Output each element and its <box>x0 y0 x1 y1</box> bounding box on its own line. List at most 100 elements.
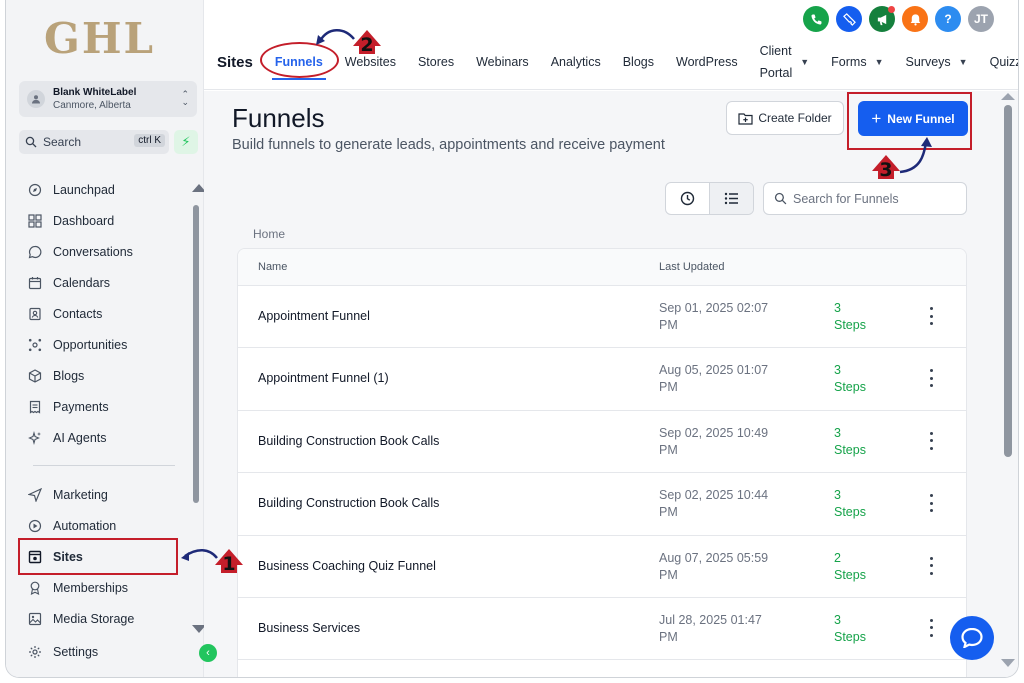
tab-analytics[interactable]: Analytics <box>551 42 601 82</box>
more-options-icon[interactable] <box>924 307 938 325</box>
table-row[interactable]: Building Construction Book Calls Sep 02, … <box>238 473 966 536</box>
more-options-icon[interactable] <box>924 369 938 388</box>
funnel-name[interactable]: Appointment Funnel (1) <box>258 371 389 385</box>
sidebar-search[interactable]: Search ctrl K <box>19 130 169 154</box>
annotation-highlight-sites <box>18 538 178 575</box>
step-count-number: 3 <box>834 363 841 378</box>
column-header-name[interactable]: Name <box>258 261 287 273</box>
sidebar-item-calendars[interactable]: Calendars <box>19 267 189 298</box>
sidebar-item-label: Blogs <box>53 368 85 383</box>
more-options-icon[interactable] <box>924 618 938 637</box>
tab-blogs[interactable]: Blogs <box>623 42 654 82</box>
sidebar-item-label: Payments <box>53 399 109 414</box>
sidebar-item-contacts[interactable]: Contacts <box>19 298 189 329</box>
sidebar-item-ai-agents[interactable]: AI Agents <box>19 422 189 453</box>
sidebar-item-dashboard[interactable]: Dashboard <box>19 205 189 236</box>
badge-icon <box>27 580 43 596</box>
sidebar-item-label: Settings <box>53 644 99 659</box>
more-options-icon[interactable] <box>924 431 938 450</box>
phone-icon[interactable] <box>803 6 829 32</box>
funnel-name[interactable]: Building Construction Book Calls <box>258 496 439 510</box>
sidebar-item-conversations[interactable]: Conversations <box>19 236 189 267</box>
more-options-icon[interactable] <box>924 556 938 575</box>
funnel-name[interactable]: Appointment Funnel <box>258 309 370 323</box>
step-count-number: 3 <box>834 301 841 315</box>
tab-stores[interactable]: Stores <box>418 42 454 82</box>
send-icon <box>27 487 43 503</box>
table-body: Appointment Funnel Sep 01, 2025 02:07 PM 3 S… <box>238 286 966 661</box>
sidebar-item-label: AI Agents <box>53 430 107 445</box>
sidebar-item-launchpad[interactable]: Launchpad <box>19 174 189 205</box>
tab-webinars[interactable]: Webinars <box>476 42 529 82</box>
sidebar-scrollbar[interactable] <box>193 205 199 503</box>
annotation-step-number: 3 <box>879 159 893 181</box>
table-row[interactable]: Building Construction Book Calls Sep 02, … <box>238 411 966 474</box>
brand-logo[interactable]: GHL <box>44 14 155 63</box>
table-row[interactable]: Business Services Jul 28, 2025 01:47 PM 3 St… <box>238 598 966 661</box>
step-count-label: Steps <box>834 567 866 582</box>
sidebar-item-media-storage[interactable]: Media Storage <box>19 603 189 634</box>
list-icon <box>724 192 738 205</box>
quick-action-bolt-icon[interactable]: ⚡ <box>174 130 198 154</box>
recent-view-button[interactable] <box>666 183 709 214</box>
sidebar-nav-primary: Launchpad Dashboard Conversations Calend… <box>19 174 189 453</box>
tab-label: Stores <box>417 55 455 69</box>
sidebar-item-settings[interactable]: Settings <box>19 636 189 667</box>
funnel-search-input[interactable]: Search for Funnels <box>763 182 967 215</box>
sidebar-item-memberships[interactable]: Memberships <box>19 572 189 603</box>
sidebar-item-marketing[interactable]: Marketing <box>19 479 189 510</box>
table-row[interactable]: Appointment Funnel Sep 01, 2025 02:07 PM 3 S… <box>238 286 966 349</box>
main-scrollbar[interactable] <box>1004 105 1012 457</box>
funnel-name[interactable]: Business Services <box>258 621 360 635</box>
chevron-left-icon: ‹ <box>206 647 210 659</box>
breadcrumb[interactable]: Home <box>253 227 285 241</box>
sidebar-search-placeholder: Search <box>43 135 82 149</box>
last-updated-line1: Aug 05, 2025 01:07 <box>659 363 769 378</box>
sidebar-item-blogs[interactable]: Blogs <box>19 360 189 391</box>
sidebar-item-automation[interactable]: Automation <box>19 510 189 541</box>
opportunities-icon <box>27 337 43 353</box>
help-icon[interactable]: ? <box>935 6 961 32</box>
tab-label: Surveys <box>905 55 951 69</box>
tab-client-portal[interactable]: Client Portal ▼ <box>760 42 810 82</box>
sidebar-item-label: Memberships <box>53 580 129 595</box>
collapse-sidebar-button[interactable]: ‹ <box>199 644 217 662</box>
create-folder-button[interactable]: Create Folder <box>726 101 844 135</box>
tab-quizzes[interactable]: Quizzes <box>990 42 1018 82</box>
chat-widget-button[interactable] <box>950 616 994 660</box>
megaphone-icon[interactable] <box>869 6 895 32</box>
chevron-down-icon: ▼ <box>874 57 884 67</box>
tab-label: Websites <box>344 55 396 69</box>
funnel-name[interactable]: Building Construction Book Calls <box>258 434 439 448</box>
last-updated-line2: PM <box>659 380 678 395</box>
annotation-arrow-3-icon <box>899 137 932 174</box>
step-count-label: Steps <box>834 318 866 332</box>
account-switcher[interactable]: Blank WhiteLabel Canmore, Alberta ⌃ ⌄ <box>19 81 197 117</box>
tab-surveys[interactable]: Surveys ▼ <box>906 42 968 82</box>
table-row[interactable]: Appointment Funnel (1) Aug 05, 2025 01:07… <box>238 348 966 411</box>
more-options-icon[interactable] <box>924 494 938 513</box>
list-view-button[interactable] <box>709 183 753 214</box>
ticket-icon[interactable] <box>836 6 862 32</box>
scroll-down-arrow[interactable] <box>1001 659 1015 667</box>
step-count-label: Steps <box>834 629 866 644</box>
dashboard-icon <box>27 213 43 229</box>
annotation-step-number: 1 <box>222 553 236 575</box>
sidebar-item-label: Marketing <box>53 487 108 502</box>
table-row[interactable]: Business Coaching Quiz Funnel Aug 07, 202… <box>238 536 966 598</box>
step-count: 3 Steps <box>834 612 874 646</box>
tab-wordpress[interactable]: WordPress <box>676 42 738 82</box>
column-header-last-updated[interactable]: Last Updated <box>659 261 724 273</box>
folder-plus-icon <box>738 112 753 125</box>
funnel-name[interactable]: Business Coaching Quiz Funnel <box>258 559 436 573</box>
tab-forms[interactable]: Forms ▼ <box>831 42 883 82</box>
sidebar-item-opportunities[interactable]: Opportunities <box>19 329 189 360</box>
sidebar: GHL Blank WhiteLabel Canmore, Alberta ⌃ ⌄… <box>6 0 206 677</box>
annotation-step-number: 2 <box>360 34 374 56</box>
funnel-search-placeholder: Search for Funnels <box>793 191 899 206</box>
scroll-up-arrow[interactable] <box>1001 93 1015 100</box>
sidebar-item-payments[interactable]: Payments <box>19 391 189 422</box>
bell-icon[interactable] <box>902 6 928 32</box>
user-avatar[interactable]: JT <box>968 6 994 32</box>
step-count-label: Steps <box>834 505 866 520</box>
